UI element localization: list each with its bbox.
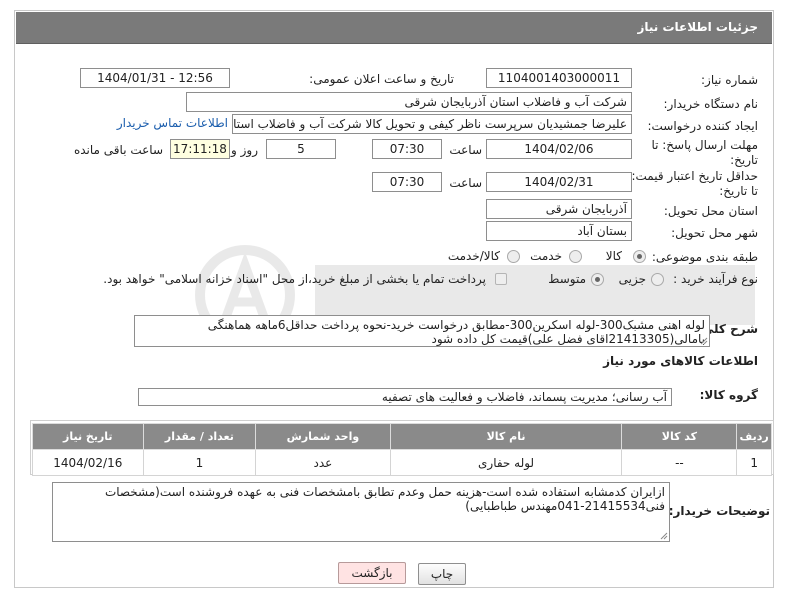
cell-row: 1: [736, 449, 772, 476]
print-button[interactable]: چاپ: [418, 563, 466, 585]
buyer-notes-line-2: فنی21415534-041مهندس طباطبایی): [465, 499, 665, 513]
col-row-header: ردیف: [736, 423, 772, 450]
reply-deadline-label-1: مهلت ارسال پاسخ: تا: [651, 138, 758, 152]
resize-grip-icon[interactable]: [660, 532, 668, 540]
reply-deadline-label-2: تاریخ:: [730, 153, 758, 167]
reply-time-label: ساعت: [449, 143, 482, 157]
general-desc-textarea: لوله اهنی مشبک300-لوله اسکرین300-مطابق د…: [134, 315, 710, 347]
days-and-label: روز و: [231, 143, 258, 157]
validity-date-field: 1404/02/31: [486, 172, 632, 192]
process-radio-medium[interactable]: [591, 273, 604, 286]
category-radio-goods-service[interactable]: [507, 250, 520, 263]
table-row: 1 -- لوله حفاری عدد 1 1404/02/16: [32, 449, 772, 476]
reply-date-field: 1404/02/06: [486, 139, 632, 159]
buyer-notes-label: توضیحات خریدار:: [668, 504, 770, 518]
goods-group-label: گروه کالا:: [699, 388, 758, 402]
category-option-goods-service: کالا/خدمت: [447, 249, 500, 263]
price-validity-label-2: تا تاریخ:: [719, 184, 758, 198]
items-table: ردیف کد کالا نام کالا واحد شمارش تعداد /…: [32, 423, 772, 476]
requester-label: ایجاد کننده درخواست:: [647, 119, 758, 133]
page-title: جزئیات اطلاعات نیاز: [637, 20, 758, 34]
purchase-process-label: نوع فرآیند خرید :: [673, 272, 758, 286]
general-desc-line-1: لوله اهنی مشبک300-لوله اسکرین300-مطابق د…: [207, 318, 705, 332]
need-number-label: شماره نیاز:: [701, 73, 758, 87]
price-validity-label-1: حداقل تاریخ اعتبار قیمت:: [631, 169, 758, 183]
delivery-city-field: بستان آباد: [486, 221, 632, 241]
process-radio-minor[interactable]: [651, 273, 664, 286]
buyer-notes-line-1: ازایران کدمشابه استفاده شده است-هزینه حم…: [104, 485, 665, 499]
category-option-goods: کالا: [605, 249, 622, 263]
announce-label: تاریخ و ساعت اعلان عمومی:: [309, 72, 454, 86]
back-button[interactable]: بازگشت: [338, 562, 406, 584]
need-number-field: 1104001403000011: [486, 68, 632, 88]
cell-code: --: [621, 449, 738, 476]
title-bar: جزئیات اطلاعات نیاز: [16, 12, 772, 44]
treasury-payment-note: پرداخت تمام یا بخشی از مبلغ خرید،از محل …: [103, 272, 486, 286]
reply-days-field: 5: [266, 139, 336, 159]
buyer-org-label: نام دستگاه خریدار:: [663, 97, 759, 111]
cell-name: لوله حفاری: [389, 449, 623, 476]
col-date-header: تاریخ نیاز: [32, 423, 144, 450]
cell-date: 1404/02/16: [32, 449, 144, 476]
hours-remaining-label: ساعت باقی مانده: [73, 143, 163, 157]
process-option-minor: جزیی: [618, 272, 646, 286]
delivery-province-label: استان محل تحویل:: [663, 204, 758, 218]
buyer-notes-textarea: ازایران کدمشابه استفاده شده است-هزینه حم…: [52, 482, 670, 542]
col-name-header: نام کالا: [389, 423, 623, 450]
delivery-city-label: شهر محل تحویل:: [671, 226, 758, 240]
goods-group-field: آب رسانی؛ مدیریت پسماند، فاضلاب و فعالیت…: [138, 388, 672, 406]
delivery-province-field: آذربایجان شرقی: [486, 199, 632, 219]
cell-unit: عدد: [255, 449, 391, 476]
buyer-org-field: شرکت آب و فاضلاب استان آذربایجان شرقی: [186, 92, 632, 112]
category-radio-goods[interactable]: [633, 250, 646, 263]
cell-qty: 1: [142, 449, 257, 476]
goods-info-heading: اطلاعات کالاهای مورد نیاز: [603, 354, 758, 368]
reply-time-field: 07:30: [372, 139, 442, 159]
col-qty-header: تعداد / مقدار: [142, 423, 257, 450]
table-header-row: ردیف کد کالا نام کالا واحد شمارش تعداد /…: [32, 423, 772, 450]
category-label: طبقه بندی موضوعی:: [651, 250, 758, 264]
category-option-service: خدمت: [530, 249, 562, 263]
category-radio-service[interactable]: [569, 250, 582, 263]
col-code-header: کد کالا: [621, 423, 738, 450]
col-unit-header: واحد شمارش: [255, 423, 391, 450]
validity-time-field: 07:30: [372, 172, 442, 192]
process-option-medium: متوسط: [548, 272, 586, 286]
remaining-time-field: 17:11:18: [170, 139, 230, 159]
validity-time-label: ساعت: [449, 176, 482, 190]
requester-field: علیرضا جمشیدیان سرپرست ناظر کیفی و تحویل…: [232, 114, 632, 134]
treasury-payment-checkbox[interactable]: [495, 273, 507, 285]
buyer-contact-link[interactable]: اطلاعات تماس خریدار: [117, 116, 228, 130]
resize-grip-icon[interactable]: [700, 337, 708, 345]
announce-datetime-field: 1404/01/31 - 12:56: [80, 68, 230, 88]
general-desc-line-2: بامالی(21413305اقای فضل علی)قیمت کل داده…: [431, 332, 705, 346]
